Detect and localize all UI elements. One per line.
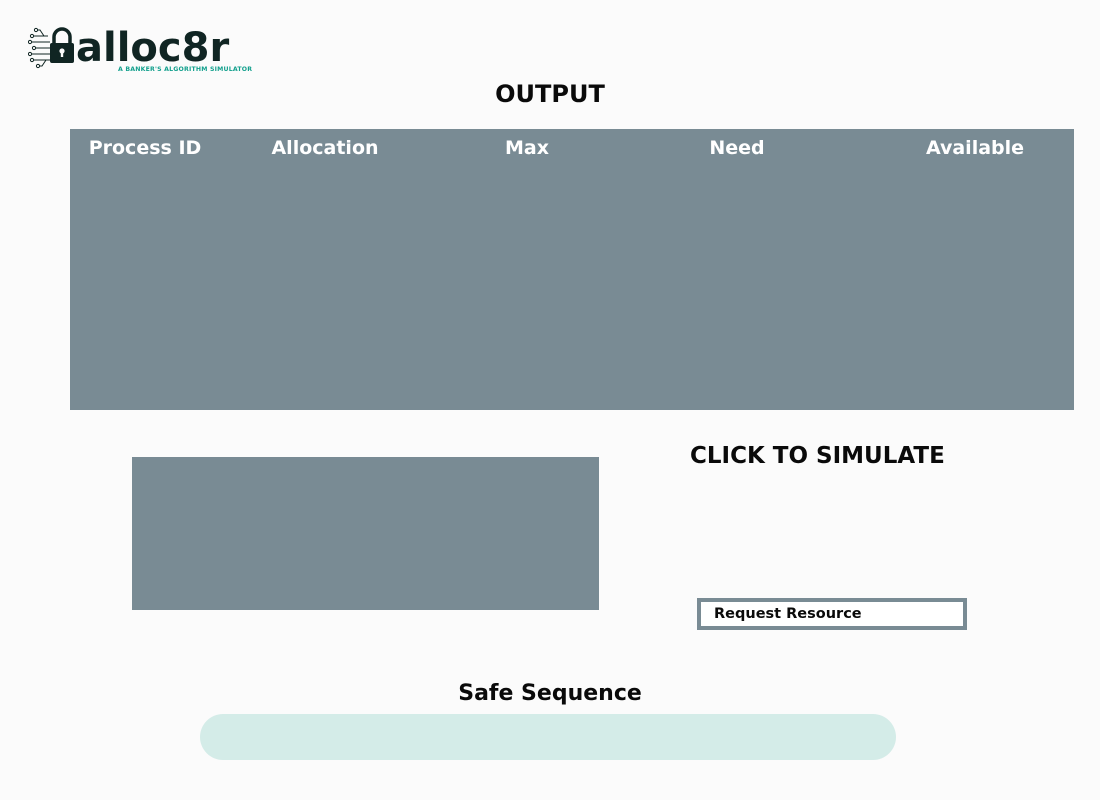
simulate-title[interactable]: CLICK TO SIMULATE: [690, 443, 945, 469]
input-panel[interactable]: [132, 457, 599, 610]
request-resource-button[interactable]: Request Resource: [697, 598, 967, 630]
logo-wordmark: alloc8r: [76, 25, 230, 71]
safe-sequence-title: Safe Sequence: [458, 681, 642, 706]
request-resource-label: Request Resource: [714, 606, 862, 622]
app-logo: alloc8r A BANKER'S ALGORITHM SIMULATOR: [28, 24, 253, 78]
column-header-max: Max: [505, 137, 549, 159]
column-header-available: Available: [925, 137, 1025, 159]
safe-sequence-output: [200, 714, 896, 760]
output-table: Process ID Allocation Max Need Available: [70, 129, 1074, 410]
column-header-need: Need: [709, 137, 765, 159]
logo-tagline: A BANKER'S ALGORITHM SIMULATOR: [118, 66, 253, 73]
column-header-process-id: Process ID: [88, 137, 202, 159]
column-header-allocation: Allocation: [271, 137, 379, 159]
output-title: OUTPUT: [495, 80, 605, 108]
